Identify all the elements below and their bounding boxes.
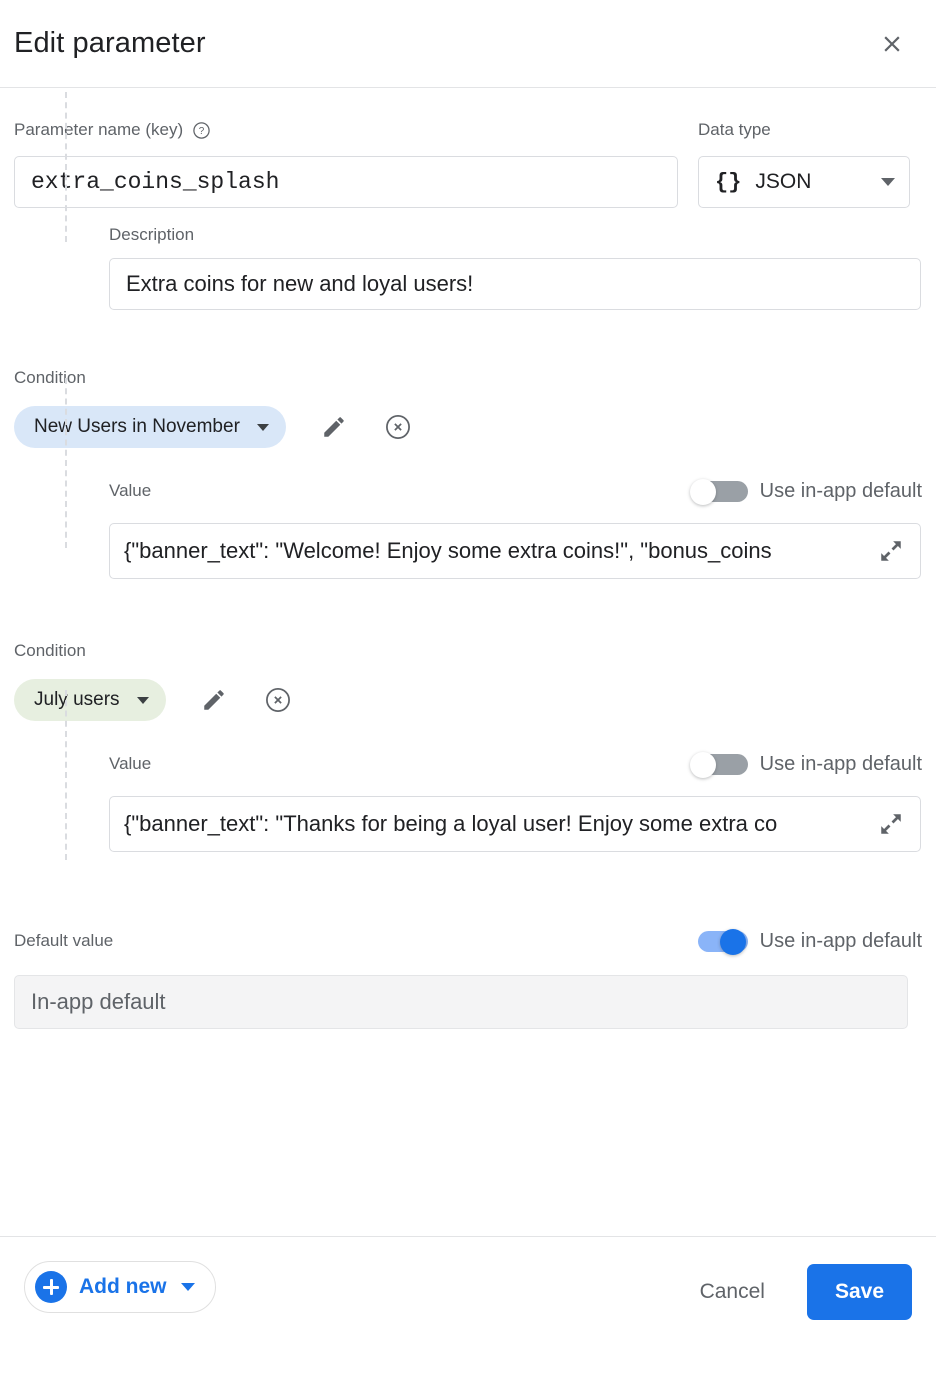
value-label-1: Value xyxy=(109,481,151,501)
footer-actions: Cancel Save xyxy=(686,1261,912,1320)
close-button[interactable] xyxy=(872,24,912,64)
condition-value-text-1: {"banner_text": "Welcome! Enjoy some ext… xyxy=(124,538,868,564)
expand-diagonal-icon xyxy=(878,538,904,564)
condition-value-text-2: {"banner_text": "Thanks for being a loya… xyxy=(124,811,868,837)
svg-text:?: ? xyxy=(199,126,205,137)
expand-value-button-2[interactable] xyxy=(874,807,908,841)
use-in-app-default-toggle-group-1[interactable]: Use in-app default xyxy=(690,479,922,503)
json-brace-icon: {} xyxy=(715,170,741,195)
condition-value-group-2: Value Use in-app default {"banner_text":… xyxy=(109,721,922,852)
value-row-2: Value Use in-app default xyxy=(109,747,922,781)
default-value-section: Default value Use in-app default In-app … xyxy=(14,852,922,1029)
default-use-in-app-default-toggle[interactable] xyxy=(690,929,748,953)
condition-section-1: Condition New Users in November Value xyxy=(14,310,922,579)
data-type-select[interactable]: {} JSON xyxy=(698,156,910,208)
data-type-label: Data type xyxy=(698,120,771,140)
expand-value-button-1[interactable] xyxy=(874,534,908,568)
data-type-value: JSON xyxy=(755,170,867,194)
parameter-name-label-line: Parameter name (key) ? xyxy=(14,118,678,142)
connector-line-condition-2 xyxy=(65,690,67,860)
use-in-app-default-label-2: Use in-app default xyxy=(760,753,922,776)
dialog-footer: Add new Cancel Save xyxy=(0,1236,936,1380)
remove-condition-button-2[interactable] xyxy=(258,680,298,720)
condition-value-input-2[interactable]: {"banner_text": "Thanks for being a loya… xyxy=(109,796,921,852)
toggle-knob xyxy=(690,752,716,778)
close-icon xyxy=(879,31,905,57)
default-value-row: Default value Use in-app default xyxy=(14,924,922,958)
parameter-name-input[interactable]: extra_coins_splash xyxy=(14,156,678,208)
toggle-knob xyxy=(720,929,746,955)
condition-chip-row-1: New Users in November xyxy=(14,406,922,448)
value-label-2: Value xyxy=(109,754,151,774)
use-in-app-default-toggle-2[interactable] xyxy=(690,752,748,776)
default-value-label: Default value xyxy=(14,931,113,951)
parameter-name-label: Parameter name (key) xyxy=(14,120,183,140)
condition-value-group-1: Value Use in-app default {"banner_text":… xyxy=(109,448,922,579)
condition-chip-label-2: July users xyxy=(34,689,120,711)
chevron-down-icon xyxy=(137,697,149,704)
page-title: Edit parameter xyxy=(14,27,206,60)
data-type-field-group: Data type {} JSON xyxy=(698,118,910,208)
parameter-name-row: Parameter name (key) ? extra_coins_splas… xyxy=(14,88,922,208)
add-new-label: Add new xyxy=(79,1275,167,1299)
default-use-in-app-default-label: Use in-app default xyxy=(760,930,922,953)
pencil-icon xyxy=(201,687,227,713)
plus-circle-icon xyxy=(35,1271,67,1303)
default-value-input: In-app default xyxy=(14,975,908,1029)
description-group: Description Extra coins for new and loya… xyxy=(109,208,922,310)
connector-line-condition-1 xyxy=(65,378,67,548)
add-new-button[interactable]: Add new xyxy=(24,1261,216,1313)
chevron-down-icon xyxy=(257,424,269,431)
expand-diagonal-icon xyxy=(878,811,904,837)
description-input[interactable]: Extra coins for new and loyal users! xyxy=(109,258,921,310)
save-button[interactable]: Save xyxy=(807,1264,912,1320)
use-in-app-default-label-1: Use in-app default xyxy=(760,480,922,503)
condition-chip-row-2: July users xyxy=(14,679,922,721)
remove-circle-icon xyxy=(264,686,292,714)
edit-condition-button-1[interactable] xyxy=(314,407,354,447)
dialog-body: Parameter name (key) ? extra_coins_splas… xyxy=(0,88,936,1236)
condition-label-2: Condition xyxy=(14,641,922,661)
condition-chip-2[interactable]: July users xyxy=(14,679,166,721)
chevron-down-icon xyxy=(881,178,895,186)
edit-condition-button-2[interactable] xyxy=(194,680,234,720)
use-in-app-default-toggle-group-2[interactable]: Use in-app default xyxy=(690,752,922,776)
connector-line-description xyxy=(65,92,67,242)
data-type-label-line: Data type xyxy=(698,118,910,142)
value-row-1: Value Use in-app default xyxy=(109,474,922,508)
condition-section-2: Condition July users Value xyxy=(14,579,922,852)
description-label: Description xyxy=(109,225,922,245)
cancel-button[interactable]: Cancel xyxy=(686,1268,779,1316)
help-circle-icon[interactable]: ? xyxy=(192,121,211,140)
parameter-name-field-group: Parameter name (key) ? extra_coins_splas… xyxy=(14,118,678,208)
condition-label-1: Condition xyxy=(14,368,922,388)
remove-condition-button-1[interactable] xyxy=(378,407,418,447)
dialog-header: Edit parameter xyxy=(0,0,936,88)
pencil-icon xyxy=(321,414,347,440)
chevron-down-icon xyxy=(181,1283,195,1291)
remove-circle-icon xyxy=(384,413,412,441)
default-use-in-app-default-toggle-group[interactable]: Use in-app default xyxy=(690,929,922,953)
toggle-knob xyxy=(690,479,716,505)
use-in-app-default-toggle-1[interactable] xyxy=(690,479,748,503)
condition-chip-1[interactable]: New Users in November xyxy=(14,406,286,448)
condition-value-input-1[interactable]: {"banner_text": "Welcome! Enjoy some ext… xyxy=(109,523,921,579)
